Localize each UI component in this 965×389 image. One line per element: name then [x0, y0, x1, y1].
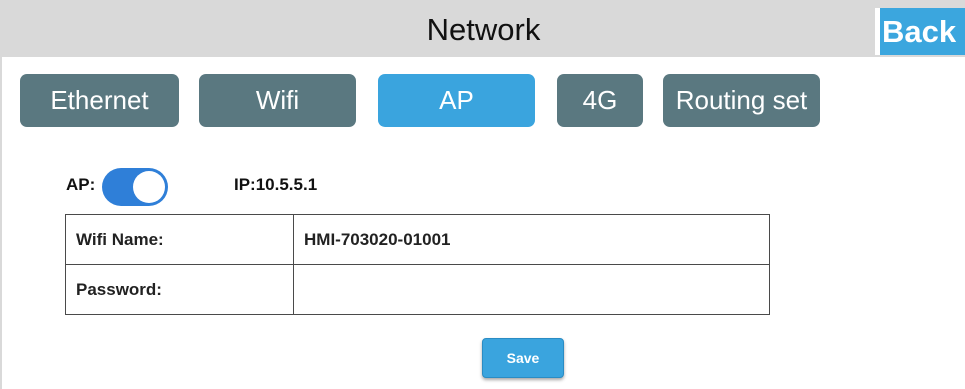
tab-4g[interactable]: 4G [557, 74, 643, 127]
tab-ethernet[interactable]: Ethernet [20, 74, 179, 127]
header-bar: Network [2, 0, 965, 57]
tab-ap[interactable]: AP [378, 74, 535, 127]
ip-address: IP:10.5.5.1 [234, 175, 318, 194]
tab-routing-set[interactable]: Routing set [663, 74, 820, 127]
back-button[interactable]: Back [875, 8, 965, 55]
ap-label: AP: [66, 175, 96, 194]
save-button[interactable]: Save [482, 338, 564, 378]
toggle-knob [133, 171, 165, 203]
wifi-name-label: Wifi Name: [65, 214, 294, 265]
table-row-password: Password: [65, 264, 770, 315]
page-title: Network [426, 12, 541, 47]
tab-wifi[interactable]: Wifi [199, 74, 356, 127]
password-label: Password: [65, 264, 294, 315]
ap-settings-table: Wifi Name: HMI-703020-01001 Password: [65, 214, 770, 315]
password-field[interactable] [293, 264, 770, 315]
wifi-name-field[interactable]: HMI-703020-01001 [293, 214, 770, 265]
network-settings-page: Network Back Ethernet Wifi AP 4G Routing… [0, 0, 965, 389]
back-button-label: Back [880, 8, 965, 55]
ap-toggle[interactable] [102, 168, 168, 206]
table-row-wifi-name: Wifi Name: HMI-703020-01001 [65, 214, 770, 265]
